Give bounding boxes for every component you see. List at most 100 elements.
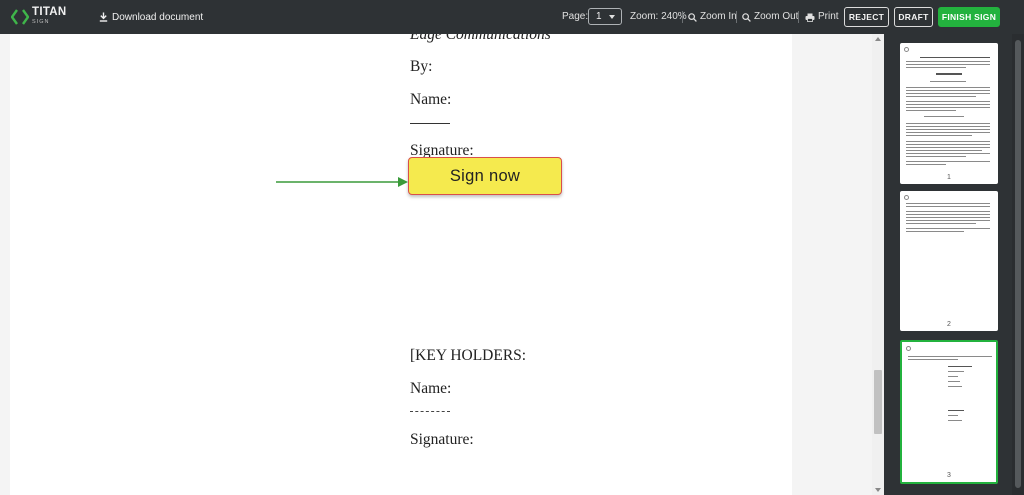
thumbnail-text-line [924, 116, 964, 117]
doc-company-name: Edge Communications [410, 34, 551, 43]
doc-name-label-2: Name: [410, 380, 452, 397]
draft-button[interactable]: DRAFT [894, 7, 933, 27]
thumbnail-text-line [906, 203, 990, 204]
thumbnail-text-line [906, 96, 976, 97]
sign-now-button[interactable]: Sign now [408, 157, 562, 195]
thumbnail-text-line [920, 57, 990, 58]
thumbnail-text-line [906, 164, 946, 165]
thumbnail-logo [904, 195, 909, 200]
page-select-value: 1 [596, 11, 602, 22]
top-toolbar: TITAN SIGN Download document Page: 1 Zoo… [0, 0, 1024, 34]
titan-sign-logo: TITAN SIGN [11, 6, 71, 28]
thumbnail-page-number: 1 [947, 174, 951, 181]
thumbnail-text-line [906, 220, 990, 221]
zoom-in-button[interactable]: Zoom In [688, 10, 737, 24]
thumbnail-page-1[interactable]: 1 [900, 43, 998, 184]
toolbar-divider [736, 11, 737, 23]
zoom-out-button[interactable]: Zoom Out [742, 10, 798, 24]
thumbnail-text-line [948, 366, 972, 367]
thumbnail-text-line [906, 93, 990, 94]
thumbnail-text-line [948, 376, 958, 377]
toolbar-divider [682, 11, 683, 23]
thumbnail-scrollbar-thumb[interactable] [1015, 40, 1021, 488]
scrollbar-thumb[interactable] [874, 370, 882, 434]
thumbnail-text-line [906, 126, 990, 127]
toolbar-divider [798, 11, 799, 23]
doc-key-holders-label: [KEY HOLDERS: [410, 347, 527, 364]
reject-button[interactable]: REJECT [844, 7, 889, 27]
thumbnail-text-line [906, 211, 990, 212]
print-button[interactable]: Print [805, 10, 839, 24]
logo-subtext: SIGN [32, 19, 50, 25]
thumbnail-text-line [908, 359, 958, 360]
logo-icon [11, 9, 29, 25]
thumbnail-text-line [906, 228, 990, 229]
chevron-down-icon [609, 15, 615, 19]
document-page: Edge Communications By: Name: Signature:… [10, 34, 792, 495]
zoom-out-icon [742, 12, 751, 22]
zoom-level: Zoom: 240% [630, 11, 687, 22]
doc-name-rule [410, 123, 450, 124]
download-document-button[interactable]: Download document [99, 10, 203, 24]
thumbnail-text-line [906, 110, 956, 111]
thumbnail-text-line [906, 161, 990, 162]
thumbnail-text-line [906, 214, 990, 215]
print-label: Print [818, 11, 839, 22]
doc-name-rule-2 [410, 411, 450, 412]
thumbnail-text-line [948, 386, 962, 387]
thumbnail-text-line [948, 410, 964, 411]
thumbnail-text-line [948, 371, 964, 372]
thumbnail-text-line [906, 217, 990, 218]
zoom-out-label: Zoom Out [754, 11, 799, 22]
doc-signature-label-2: Signature: [410, 431, 474, 448]
thumbnail-text-line [948, 415, 958, 416]
document-viewer[interactable]: Edge Communications By: Name: Signature:… [0, 34, 884, 495]
thumbnail-text-line [906, 129, 990, 130]
thumbnail-page-number: 2 [947, 321, 951, 328]
thumbnail-text-line [906, 231, 964, 232]
thumbnail-text-line [906, 132, 990, 133]
thumbnail-text-line [906, 153, 990, 154]
arrow-right-icon [276, 177, 408, 187]
thumbnail-text-line [906, 147, 990, 148]
thumbnail-page-number: 3 [947, 472, 951, 479]
document-scrollbar[interactable] [872, 34, 884, 495]
thumbnail-text-line [906, 123, 990, 124]
zoom-in-icon [688, 12, 697, 22]
thumbnail-heading [936, 73, 962, 75]
thumbnail-logo [906, 346, 911, 351]
thumbnail-text-line [906, 223, 976, 224]
thumbnail-text-line [906, 135, 972, 136]
thumbnail-text-line [906, 61, 990, 62]
thumbnail-text-line [906, 90, 990, 91]
thumbnail-page-2[interactable]: 2 [900, 191, 998, 331]
scroll-up-icon[interactable] [875, 37, 881, 41]
thumbnail-text-line [906, 141, 990, 142]
thumbnail-page-3[interactable]: 3 [900, 340, 998, 484]
thumbnail-text-line [948, 381, 960, 382]
page-label: Page: [562, 11, 589, 22]
thumbnail-text-line [906, 107, 990, 108]
doc-name-label: Name: [410, 91, 452, 108]
scroll-down-icon[interactable] [875, 488, 881, 492]
download-icon [99, 12, 108, 22]
thumbnail-text-line [906, 156, 966, 157]
zoom-in-label: Zoom In [700, 11, 737, 22]
download-label: Download document [112, 11, 204, 23]
thumbnail-text-line [906, 144, 990, 145]
thumbnail-scrollbar[interactable] [1012, 34, 1024, 495]
page-select[interactable]: 1 [588, 8, 622, 25]
thumbnail-text-line [906, 101, 990, 102]
thumbnail-text-line [948, 420, 962, 421]
thumbnail-logo [904, 47, 909, 52]
printer-icon [805, 13, 815, 22]
thumbnail-text-line [906, 150, 982, 151]
thumbnail-text-line [906, 67, 966, 68]
thumbnail-text-line [906, 104, 990, 105]
thumbnail-text-line [906, 206, 990, 207]
doc-by-label: By: [410, 58, 433, 75]
thumbnail-text-line [930, 81, 966, 82]
thumbnail-text-line [906, 87, 990, 88]
logo-text: TITAN [32, 6, 67, 18]
finish-sign-button[interactable]: FINISH SIGN [938, 7, 1000, 27]
